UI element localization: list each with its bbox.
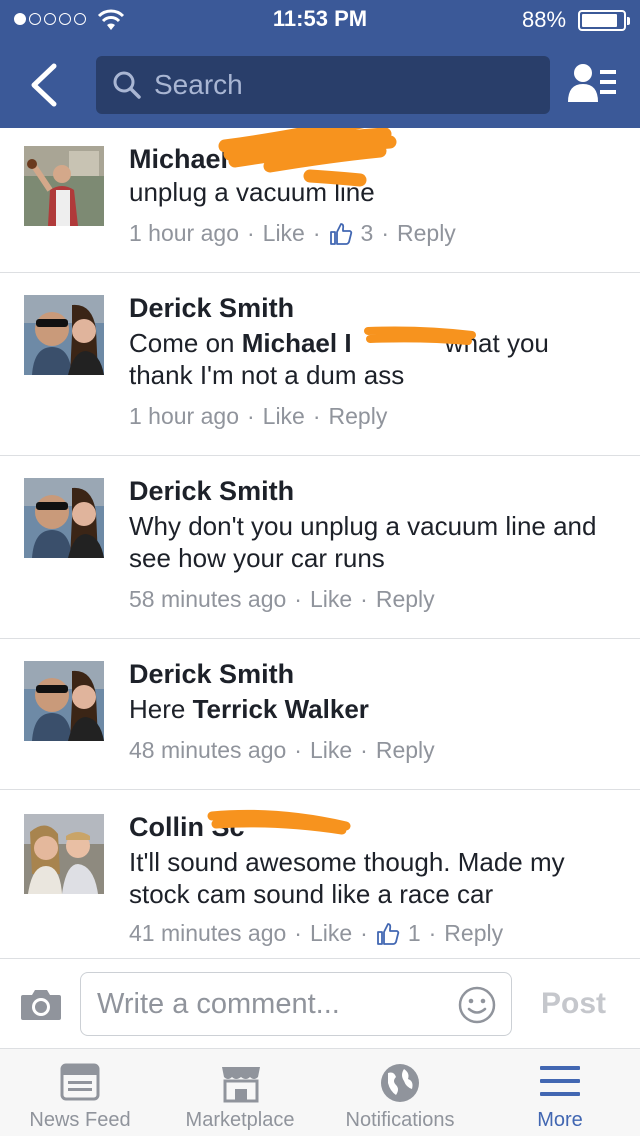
commenter-name[interactable]: Collin Sc [129, 812, 245, 843]
chevron-left-icon[interactable] [24, 62, 64, 108]
smiley-icon[interactable] [457, 985, 497, 1025]
tab-label: More [537, 1109, 583, 1131]
comment-meta: 58 minutes ago · Like · Reply [129, 586, 435, 613]
comment-text-suffix: what you [444, 328, 549, 358]
comment-text: It'll sound awesome though. Made my stoc… [129, 847, 565, 909]
tab-notifications[interactable]: Notifications [320, 1049, 480, 1136]
tab-label: Notifications [345, 1109, 455, 1131]
comment-time[interactable]: 1 hour ago [129, 220, 239, 247]
tab-bar: News Feed Marketplace Notifications More [0, 1048, 640, 1136]
post-button[interactable]: Post [541, 987, 606, 1021]
avatar[interactable] [24, 661, 104, 741]
avatar[interactable] [24, 146, 104, 226]
reply-link[interactable]: Reply [329, 403, 388, 430]
comment-list: Michael unplug a vacuum line 1 hour ago … [0, 128, 640, 958]
tab-news-feed[interactable]: News Feed [0, 1049, 160, 1136]
comment-placeholder: Write a comment... [97, 988, 340, 1020]
comment-item: Michael unplug a vacuum line 1 hour ago … [0, 128, 640, 273]
comment-text-prefix: Come on [129, 328, 235, 358]
comment-item: Derick Smith Come on Michael I what you … [0, 273, 640, 456]
news-feed-icon [60, 1063, 100, 1101]
top-bar: 11:53 PM 88% Search [0, 0, 640, 128]
commenter-name[interactable]: Michael [129, 144, 228, 175]
avatar[interactable] [24, 295, 104, 375]
like-link[interactable]: Like [310, 586, 352, 613]
search-icon [113, 71, 141, 99]
commenter-name[interactable]: Derick Smith [129, 659, 294, 690]
comment-text-prefix: Here [129, 694, 186, 724]
like-link[interactable]: Like [310, 737, 352, 764]
like-link[interactable]: Like [310, 920, 352, 947]
like-link[interactable]: Like [263, 220, 305, 247]
like-count[interactable]: 1 [408, 920, 421, 947]
reply-link[interactable]: Reply [444, 920, 503, 947]
reply-link[interactable]: Reply [376, 586, 435, 613]
search-bar[interactable]: Search [96, 56, 550, 114]
avatar[interactable] [24, 478, 104, 558]
comment-text: Come on Michael I what you thank I'm not… [129, 327, 619, 391]
battery-percent: 88% [522, 7, 567, 32]
marketplace-icon [222, 1067, 260, 1103]
comment-item: Derick Smith Here Terrick Walker 48 minu… [0, 639, 640, 790]
battery-icon [578, 10, 630, 31]
thumbs-up-icon[interactable] [329, 222, 353, 246]
reply-link[interactable]: Reply [397, 220, 456, 247]
commenter-name[interactable]: Derick Smith [129, 293, 294, 324]
comment-time[interactable]: 48 minutes ago [129, 737, 286, 764]
comment-item: Collin Sc It'll sound awesome though. Ma… [0, 790, 640, 958]
search-placeholder: Search [154, 69, 243, 100]
camera-icon[interactable] [20, 987, 62, 1021]
thumbs-up-icon[interactable] [376, 922, 400, 946]
globe-icon [381, 1064, 419, 1102]
tab-marketplace[interactable]: Marketplace [160, 1049, 320, 1136]
tab-label: News Feed [29, 1109, 131, 1131]
comment-time[interactable]: 1 hour ago [129, 403, 239, 430]
comment-meta: 1 hour ago · Like · Reply [129, 403, 388, 430]
status-bar: 11:53 PM 88% [0, 0, 640, 40]
mention-link[interactable]: Terrick Walker [193, 694, 369, 724]
comment-item: Derick Smith Why don't you unplug a vacu… [0, 456, 640, 639]
comment-time[interactable]: 41 minutes ago [129, 920, 286, 947]
like-count[interactable]: 3 [361, 220, 374, 247]
comment-composer: Write a comment... Post [0, 958, 640, 1048]
avatar[interactable] [24, 814, 104, 894]
tab-more[interactable]: More [480, 1049, 640, 1136]
comment-input[interactable]: Write a comment... [80, 972, 512, 1036]
comment-text: Here Terrick Walker [129, 693, 619, 725]
comment-meta: 48 minutes ago · Like · Reply [129, 737, 435, 764]
comment-text: unplug a vacuum line [129, 177, 375, 207]
comment-text-line2: thank I'm not a dum ass [129, 360, 405, 390]
like-link[interactable]: Like [263, 403, 305, 430]
reply-link[interactable]: Reply [376, 737, 435, 764]
comment-meta: 1 hour ago · Like · 3 · Reply [129, 220, 456, 247]
comment-time[interactable]: 58 minutes ago [129, 586, 286, 613]
comment-meta: 41 minutes ago · Like · 1 · Reply [129, 920, 504, 947]
friend-list-icon[interactable] [568, 62, 618, 104]
commenter-name[interactable]: Derick Smith [129, 476, 294, 507]
menu-icon [540, 1066, 580, 1096]
mention-link[interactable]: Michael I [242, 328, 352, 358]
comment-text: Why don't you unplug a vacuum line and s… [129, 511, 597, 573]
tab-label: Marketplace [185, 1109, 295, 1131]
